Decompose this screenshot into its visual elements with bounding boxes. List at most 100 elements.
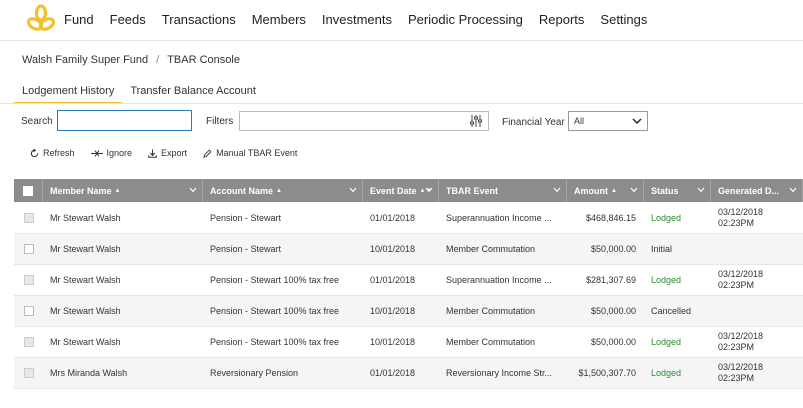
chevron-down-icon[interactable]: [425, 187, 433, 193]
column-header-label: Member Name: [50, 185, 112, 196]
search-label: Search: [21, 116, 53, 127]
manual-tbar-event-button[interactable]: Manual TBAR Event: [203, 148, 297, 158]
column-header-status[interactable]: Status: [644, 179, 711, 202]
sort-asc-icon: ▲: [276, 187, 282, 194]
column-header-event-date[interactable]: Event Date ▲▼: [363, 179, 439, 202]
table-header: Member Name ▲ Account Name ▲ Event Date ▲▼ …: [14, 179, 803, 202]
generated-time: 02:23PM: [718, 218, 755, 228]
generated-time: 02:23PM: [718, 342, 755, 352]
chevron-down-icon[interactable]: [789, 187, 797, 193]
column-header-label: TBAR Event: [446, 185, 499, 196]
column-header-label: Status: [651, 185, 679, 196]
tab-bar: Lodgement History Transfer Balance Accou…: [14, 84, 264, 104]
row-select-cell: [14, 296, 43, 326]
refresh-icon: [30, 148, 39, 157]
amount-cell: $50,000.00: [590, 337, 636, 347]
refresh-label: Refresh: [43, 148, 75, 158]
row-checkbox[interactable]: [23, 306, 34, 316]
tbar-event-cell: Superannuation Income ...: [446, 213, 552, 223]
amount-cell: $468,846.15: [585, 213, 636, 223]
export-button[interactable]: Export: [148, 148, 187, 158]
chevron-down-icon[interactable]: [349, 187, 357, 193]
column-header-amount[interactable]: Amount ▲: [567, 179, 644, 202]
generated-date-cell: 03/12/2018 02:23PM: [711, 203, 803, 233]
row-select-cell: [14, 234, 43, 264]
export-label: Export: [161, 148, 188, 158]
top-navbar: Fund Feeds Transactions Members Investme…: [0, 0, 803, 38]
member-name-cell: Mr Stewart Walsh: [50, 275, 121, 285]
generated-time: 02:23PM: [718, 280, 755, 290]
nav-item-investments[interactable]: Investments: [322, 12, 392, 27]
member-name-cell: Mr Stewart Walsh: [50, 306, 121, 316]
account-name-cell: Pension - Stewart 100% tax free: [210, 306, 340, 316]
table-row[interactable]: Mr Stewart Walsh Pension - Stewart 100% …: [14, 327, 803, 358]
nav-item-feeds[interactable]: Feeds: [110, 12, 146, 27]
event-date-cell: 10/01/2018: [370, 244, 416, 254]
tab-lodgement-history[interactable]: Lodgement History: [14, 84, 123, 104]
member-name-cell: Mr Stewart Walsh: [50, 244, 121, 254]
nav-item-members[interactable]: Members: [252, 12, 306, 27]
column-header-label: Account Name: [210, 185, 274, 196]
row-select-cell: [14, 265, 43, 295]
nav-item-settings[interactable]: Settings: [600, 12, 647, 27]
action-toolbar: Refresh Ignore Export Manual TBAR Event: [30, 146, 313, 160]
column-header-tbar-event[interactable]: TBAR Event: [439, 179, 567, 202]
ignore-button[interactable]: Ignore: [90, 148, 133, 158]
filters-label: Filters: [206, 116, 234, 127]
table-row[interactable]: Mr Stewart Walsh Pension - Stewart 01/01…: [14, 203, 803, 234]
filters-input[interactable]: [239, 111, 489, 131]
ignore-label: Ignore: [106, 148, 133, 158]
chevron-down-icon[interactable]: [553, 187, 561, 193]
status-cell: Initial: [651, 244, 673, 254]
breadcrumb-fund[interactable]: Walsh Family Super Fund: [22, 54, 148, 66]
chevron-down-icon[interactable]: [630, 187, 638, 193]
nav-item-periodic-processing[interactable]: Periodic Processing: [408, 12, 523, 27]
nav-item-fund[interactable]: Fund: [64, 12, 94, 27]
generated-date-cell: 03/12/2018 02:23PM: [711, 265, 803, 295]
table-row[interactable]: Mr Stewart Walsh Pension - Stewart 10/01…: [14, 234, 803, 265]
row-checkbox: [23, 337, 34, 347]
chevron-down-icon[interactable]: [697, 187, 705, 193]
refresh-button[interactable]: Refresh: [30, 148, 75, 158]
generated-date-cell: [711, 296, 803, 326]
financial-year-select[interactable]: All: [568, 111, 648, 131]
column-header-generated-date[interactable]: Generated D...: [711, 179, 803, 202]
chevron-down-icon[interactable]: [189, 187, 197, 193]
ignore-icon: [90, 149, 103, 157]
row-checkbox[interactable]: [23, 244, 34, 254]
account-name-cell: Pension - Stewart 100% tax free: [210, 275, 340, 285]
status-cell: Lodged: [651, 275, 682, 285]
generated-date: 03/12/2018: [718, 207, 764, 217]
table-row[interactable]: Mrs Miranda Walsh Reversionary Pension 0…: [14, 358, 803, 389]
generated-date-cell: [711, 234, 803, 264]
select-all-checkbox[interactable]: [23, 185, 33, 196]
account-name-cell: Pension - Stewart: [210, 244, 282, 254]
breadcrumb: Walsh Family Super Fund / TBAR Console: [22, 54, 240, 66]
table-row[interactable]: Mr Stewart Walsh Pension - Stewart 100% …: [14, 296, 803, 327]
generated-date: 03/12/2018: [718, 362, 764, 372]
column-header-account-name[interactable]: Account Name ▲: [203, 179, 363, 202]
generated-time: 02:23PM: [718, 373, 755, 383]
filter-sliders-icon[interactable]: [469, 114, 483, 128]
search-input[interactable]: [57, 110, 192, 131]
row-select-cell: [14, 358, 43, 388]
nav-item-transactions[interactable]: Transactions: [162, 12, 236, 27]
select-all-cell: [14, 179, 43, 202]
generated-date-cell: 03/12/2018 02:23PM: [711, 358, 803, 388]
generated-date-cell: 03/12/2018 02:23PM: [711, 327, 803, 357]
row-checkbox: [23, 213, 34, 223]
nav-divider: [0, 40, 803, 41]
app-logo-icon[interactable]: [26, 4, 56, 34]
column-header-label: Amount: [574, 185, 608, 196]
column-header-member-name[interactable]: Member Name ▲: [43, 179, 203, 202]
table-row[interactable]: Mr Stewart Walsh Pension - Stewart 100% …: [14, 265, 803, 296]
nav-item-reports[interactable]: Reports: [539, 12, 585, 27]
event-date-cell: 01/01/2018: [370, 275, 416, 285]
pencil-icon: [203, 148, 212, 158]
tab-transfer-balance-account[interactable]: Transfer Balance Account: [122, 84, 264, 104]
download-icon: [148, 148, 157, 158]
member-name-cell: Mr Stewart Walsh: [50, 337, 121, 347]
account-name-cell: Reversionary Pension: [210, 368, 299, 378]
row-select-cell: [14, 203, 43, 233]
status-cell: Lodged: [651, 337, 682, 347]
